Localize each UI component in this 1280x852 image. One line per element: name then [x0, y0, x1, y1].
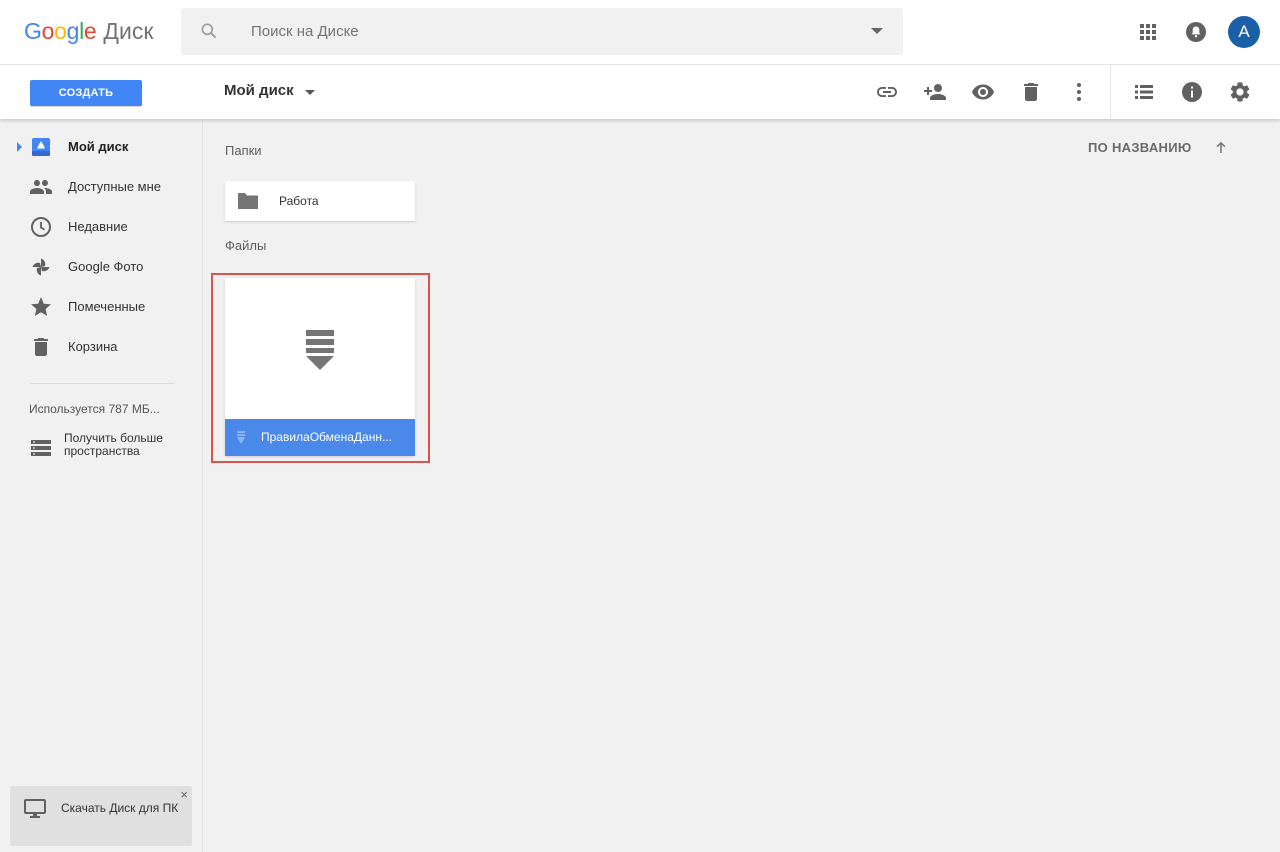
photos-pinwheel-icon — [32, 258, 50, 276]
search-input[interactable] — [251, 8, 851, 55]
sidebar-item-recent[interactable]: Недавние — [0, 207, 202, 247]
trash-icon — [34, 338, 48, 356]
sidebar-item-label: Помеченные — [68, 299, 146, 314]
action-bar: СОЗДАТЬ Мой диск — [0, 65, 1280, 119]
search-icon[interactable] — [199, 21, 219, 41]
notifications-bell-icon[interactable] — [1184, 20, 1208, 44]
folders-heading: Папки — [225, 143, 262, 158]
account-avatar[interactable]: A — [1228, 16, 1260, 48]
create-button[interactable]: СОЗДАТЬ — [30, 80, 142, 106]
search-box[interactable] — [181, 8, 903, 55]
google-drive-logo[interactable]: Google Диск — [24, 18, 153, 48]
file-type-small-icon — [237, 431, 245, 444]
desktop-computer-icon — [24, 799, 46, 818]
files-heading: Файлы — [225, 238, 267, 253]
sidebar-item-label: Доступные мне — [68, 179, 162, 194]
get-more-storage-label: Получить больше пространства — [64, 431, 163, 458]
search-options-dropdown-icon[interactable] — [871, 28, 883, 34]
delete-trash-icon[interactable] — [1019, 80, 1043, 104]
sidebar-item-trash[interactable]: Корзина — [0, 327, 202, 367]
apps-grid-icon[interactable] — [1136, 20, 1160, 44]
file-item[interactable]: ПравилаОбменаДанн... — [225, 278, 415, 456]
sidebar-item-label: Недавние — [68, 219, 128, 234]
list-view-icon[interactable] — [1132, 80, 1156, 104]
expand-caret-icon[interactable] — [17, 142, 22, 152]
folder-item[interactable]: Работа — [225, 181, 415, 221]
sidebar: Мой диск Доступные мне Недавние Google Ф… — [0, 120, 202, 852]
file-name: ПравилаОбменаДанн... — [261, 430, 392, 444]
logo-google-letters: Google — [24, 18, 97, 44]
sidebar-item-label: Корзина — [68, 339, 118, 354]
sidebar-item-label: Google Фото — [68, 259, 144, 274]
location-menu-caret-icon[interactable] — [305, 90, 315, 95]
toolbar-divider — [1110, 65, 1111, 119]
share-person-add-icon[interactable] — [923, 80, 947, 104]
logo-google-word: Google — [24, 18, 97, 45]
sidebar-item-my-drive[interactable]: Мой диск — [0, 127, 202, 167]
logo-product-name: Диск — [103, 18, 154, 44]
sort-by-name-button[interactable]: ПО НАЗВАНИЮ — [1088, 140, 1192, 155]
settings-gear-icon[interactable] — [1228, 80, 1252, 104]
sidebar-divider — [30, 383, 174, 384]
sidebar-item-starred[interactable]: Помеченные — [0, 287, 202, 327]
top-bar: Google Диск A — [0, 0, 1280, 65]
storage-usage-text[interactable]: Используется 787 МБ... — [29, 402, 160, 416]
sort-ascending-arrow-icon[interactable] — [1212, 138, 1230, 156]
location-title[interactable]: Мой диск — [224, 82, 294, 99]
close-icon[interactable]: × — [180, 787, 188, 802]
sidebar-border — [202, 120, 203, 852]
shared-people-icon — [30, 180, 52, 194]
folder-name: Работа — [279, 194, 319, 208]
file-type-download-icon — [306, 330, 334, 370]
sidebar-item-google-photos[interactable]: Google Фото — [0, 247, 202, 287]
info-icon[interactable] — [1180, 80, 1204, 104]
folder-icon — [238, 193, 258, 209]
download-drive-promo[interactable]: Скачать Диск для ПК × — [10, 786, 192, 846]
file-name-bar[interactable]: ПравилаОбменаДанн... — [225, 419, 415, 456]
download-drive-label: Скачать Диск для ПК — [61, 801, 179, 815]
get-more-storage-link[interactable]: Получить больше пространства — [0, 427, 202, 467]
preview-eye-icon[interactable] — [971, 80, 995, 104]
sidebar-item-label: Мой диск — [68, 139, 129, 154]
clock-icon — [31, 217, 51, 237]
more-vertical-icon[interactable] — [1067, 80, 1091, 104]
link-icon[interactable] — [875, 80, 899, 104]
my-drive-icon — [32, 138, 50, 156]
star-icon — [31, 297, 51, 316]
sidebar-item-shared-with-me[interactable]: Доступные мне — [0, 167, 202, 207]
storage-stack-icon — [31, 440, 51, 456]
